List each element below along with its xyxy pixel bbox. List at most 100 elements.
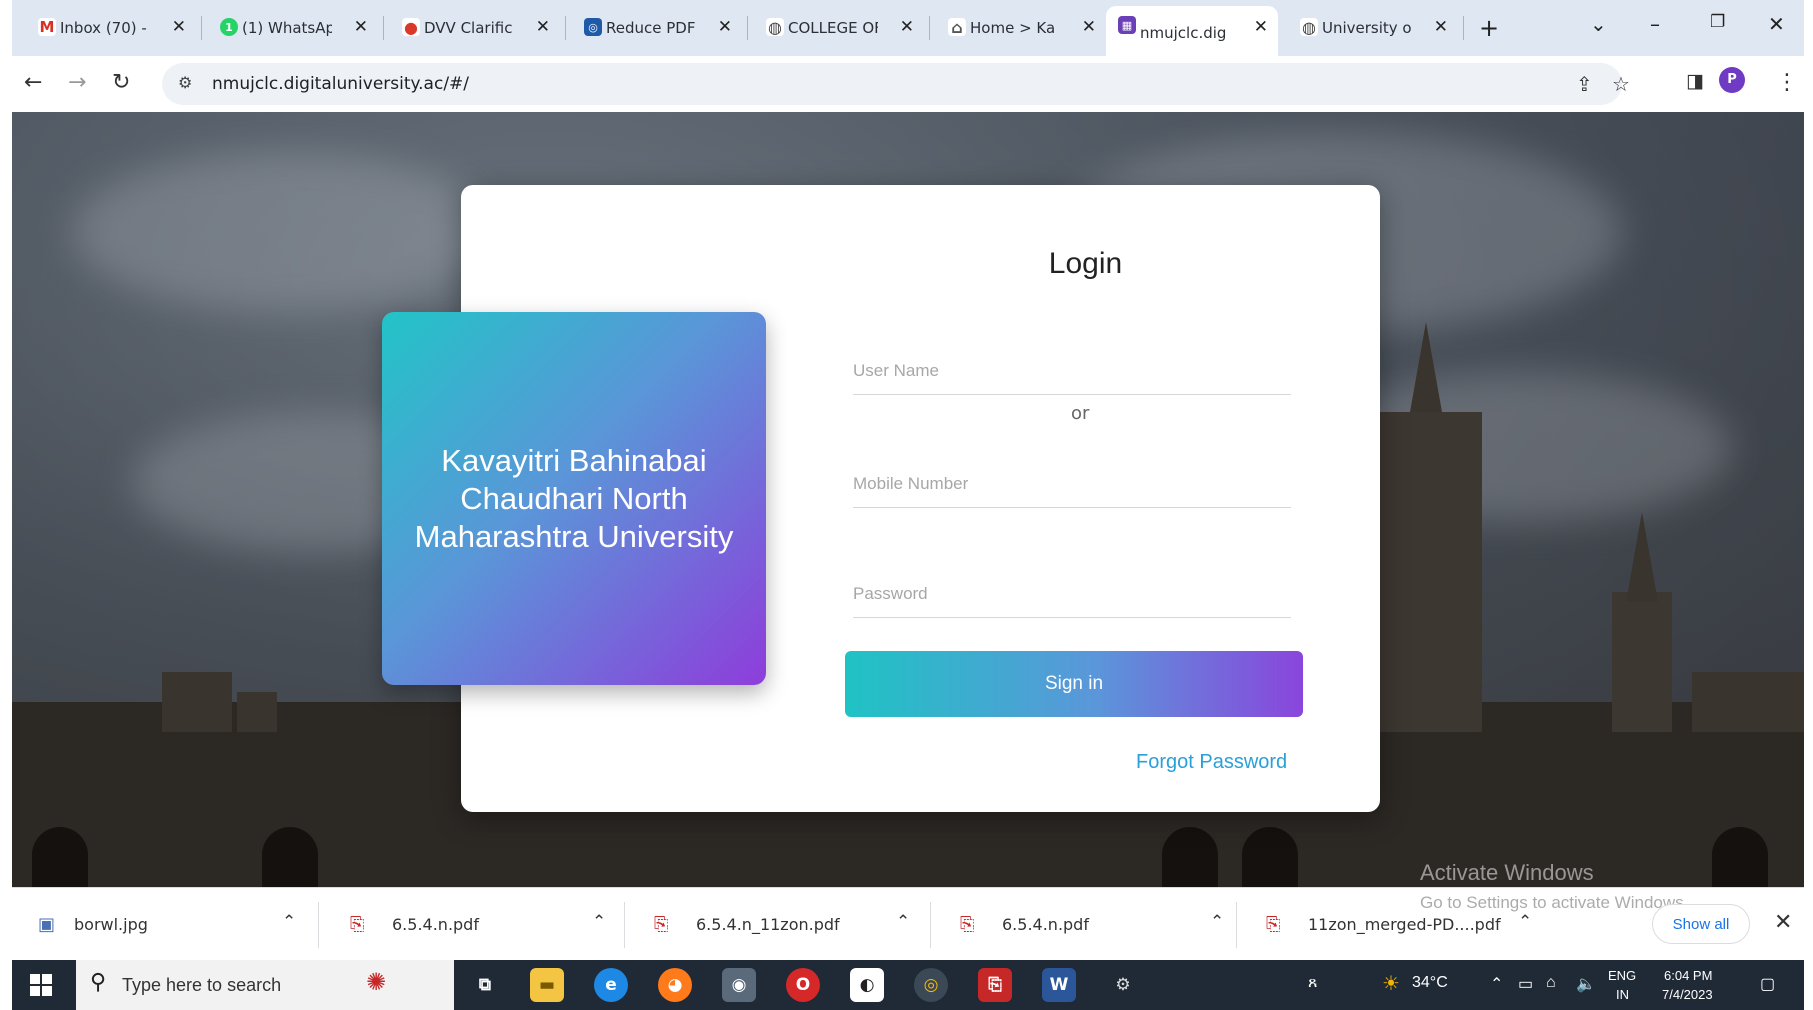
search-icon: ⚲ [90, 970, 107, 995]
region-indicator[interactable]: IN [1616, 987, 1629, 1002]
firefox-icon[interactable]: ◕ [658, 968, 692, 1002]
minimize-button[interactable]: – [1650, 12, 1660, 36]
download-filename: 6.5.4.n.pdf [392, 915, 479, 934]
new-tab-button[interactable]: + [1474, 14, 1504, 44]
download-item[interactable]: ▣ borwl.jpg ⌃ [12, 888, 318, 961]
download-item[interactable]: ⎘ 6.5.4.n_11zon.pdf ⌃ [624, 888, 930, 961]
activate-windows-title: Activate Windows [1420, 860, 1594, 885]
tab-college[interactable]: ◍ COLLEGE OF ✕ [754, 10, 924, 46]
app-icon[interactable]: ⚙ [1106, 968, 1140, 1002]
task-view-icon[interactable]: ⧉ [468, 968, 502, 1002]
login-title: Login [1048, 247, 1123, 280]
close-icon[interactable]: ✕ [1434, 17, 1448, 37]
username-input[interactable] [853, 347, 1291, 395]
windows-start-icon[interactable] [30, 974, 52, 996]
download-item[interactable]: ⎘ 6.5.4.n.pdf ⌃ [318, 888, 624, 961]
search-placeholder: Type here to search [122, 975, 282, 995]
bookmark-star-icon[interactable]: ☆ [1612, 72, 1630, 96]
close-icon[interactable]: ✕ [172, 17, 186, 37]
clock-date[interactable]: 7/4/2023 [1662, 987, 1713, 1002]
tab-reduce-pdf[interactable]: ◎ Reduce PDF ✕ [572, 10, 742, 46]
windows-taskbar: ⚲ Type here to search ✺ ⧉ ▬ e ◕ ◉ O ◐ ◎ … [12, 960, 1804, 1010]
close-icon[interactable]: ✕ [354, 17, 368, 37]
tab-label: Home > Ka [970, 19, 1056, 37]
tab-gmail[interactable]: M Inbox (70) - ✕ [26, 10, 196, 46]
search-highlight-icon: ✺ [366, 968, 387, 996]
download-shelf: Go to Settings to activate Windows. ▣ bo… [12, 887, 1804, 960]
forward-button[interactable]: → [68, 70, 86, 95]
tab-label: University o [1322, 19, 1412, 37]
chevron-up-icon[interactable]: ⌃ [896, 912, 910, 932]
app-icon[interactable]: ◐ [850, 968, 884, 1002]
file-explorer-icon[interactable]: ▬ [530, 968, 564, 1002]
site-icon: ● [402, 18, 420, 37]
ilovepdf-icon: ◎ [584, 18, 602, 36]
address-bar[interactable]: ⚙ nmujclc.digitaluniversity.ac/#/ ⇪ ☆ [162, 63, 1630, 105]
clock-time[interactable]: 6:04 PM [1664, 968, 1712, 983]
tab-dvv[interactable]: ● DVV Clarific ✕ [390, 10, 560, 46]
window-close-button[interactable]: ✕ [1768, 12, 1785, 36]
globe-icon: ◍ [1300, 18, 1318, 37]
acrobat-icon[interactable]: ⎘ [978, 968, 1012, 1002]
opera-icon[interactable]: O [786, 968, 820, 1002]
side-panel-icon[interactable]: ◨ [1686, 70, 1704, 92]
pdf-file-icon: ⎘ [1266, 914, 1281, 935]
close-icon[interactable]: ✕ [1082, 17, 1096, 37]
pdf-file-icon: ⎘ [960, 914, 975, 935]
close-icon[interactable]: ✕ [536, 17, 550, 37]
close-icon[interactable]: ✕ [1254, 17, 1268, 37]
menu-kebab-icon[interactable]: ⋮ [1776, 70, 1798, 95]
sign-in-button[interactable]: Sign in [845, 651, 1303, 717]
tab-nmujclc-active[interactable]: ▦ nmujclc.dig ✕ [1106, 6, 1278, 56]
temperature[interactable]: 34°C [1412, 974, 1448, 992]
tab-home[interactable]: ⌂ Home > Ka ✕ [936, 10, 1106, 46]
chevron-up-icon[interactable]: ⌃ [1210, 912, 1224, 932]
tab-whatsapp[interactable]: 1 (1) WhatsAp ✕ [208, 10, 378, 46]
chevron-up-icon[interactable]: ⌃ [1518, 912, 1532, 932]
back-button[interactable]: ← [24, 70, 42, 95]
browser-chrome: M Inbox (70) - ✕ 1 (1) WhatsAp ✕ ● DVV C… [12, 0, 1804, 112]
site-settings-icon[interactable]: ⚙ [178, 73, 192, 92]
download-item[interactable]: ⎘ 11zon_merged-PD....pdf ⌃ [1236, 888, 1542, 961]
gmail-icon: M [38, 18, 56, 36]
page-viewport: Login or Sign in Forgot Password Kavayit… [12, 112, 1804, 887]
close-icon[interactable]: ✕ [900, 17, 914, 37]
download-filename: 11zon_merged-PD....pdf [1308, 915, 1501, 934]
tab-university[interactable]: ◍ University o ✕ [1288, 10, 1458, 46]
camera-icon[interactable]: ◉ [722, 968, 756, 1002]
show-all-downloads-button[interactable]: Show all [1652, 904, 1750, 944]
close-icon[interactable]: ✕ [1774, 910, 1792, 935]
network-icon[interactable]: ⌂ [1546, 974, 1556, 992]
reload-button[interactable]: ↻ [112, 70, 130, 95]
tab-search-chevron-icon[interactable]: ⌄ [1590, 12, 1607, 36]
chevron-up-icon[interactable]: ⌃ [282, 912, 296, 932]
password-input[interactable] [853, 570, 1291, 618]
chevron-up-icon[interactable]: ⌃ [592, 912, 606, 932]
download-item[interactable]: ⎘ 6.5.4.n.pdf ⌃ [930, 888, 1236, 961]
language-indicator[interactable]: ENG [1608, 968, 1636, 983]
download-filename: borwl.jpg [74, 915, 148, 934]
close-icon[interactable]: ✕ [718, 17, 732, 37]
notifications-icon[interactable]: ▢ [1760, 974, 1775, 994]
volume-icon[interactable]: 🔈 [1576, 974, 1596, 994]
site-icon: ⌂ [948, 18, 966, 37]
forgot-password-link[interactable]: Forgot Password [1136, 751, 1287, 774]
mobile-number-input[interactable] [853, 460, 1291, 508]
or-separator: or [1071, 403, 1090, 424]
restore-button[interactable]: ❐ [1710, 12, 1725, 32]
chevron-up-icon[interactable]: ⌃ [1490, 974, 1503, 994]
edge-icon[interactable]: e [594, 968, 628, 1002]
tab-label: nmujclc.dig [1140, 24, 1227, 42]
weather-icon: ☀ [1382, 973, 1400, 995]
chrome-icon[interactable]: ◎ [914, 968, 948, 1002]
word-icon[interactable]: W [1042, 968, 1076, 1002]
tab-label: COLLEGE OF [788, 19, 878, 37]
profile-avatar[interactable]: P [1719, 67, 1745, 93]
people-icon[interactable]: ጸ [1308, 974, 1317, 992]
battery-icon[interactable]: ▭ [1518, 974, 1533, 994]
download-filename: 6.5.4.n_11zon.pdf [696, 915, 840, 934]
share-icon[interactable]: ⇪ [1576, 72, 1593, 96]
pdf-file-icon: ⎘ [350, 914, 365, 935]
taskbar-search-box[interactable]: ⚲ Type here to search ✺ [76, 960, 454, 1010]
url-text[interactable]: nmujclc.digitaluniversity.ac/#/ [212, 74, 469, 94]
